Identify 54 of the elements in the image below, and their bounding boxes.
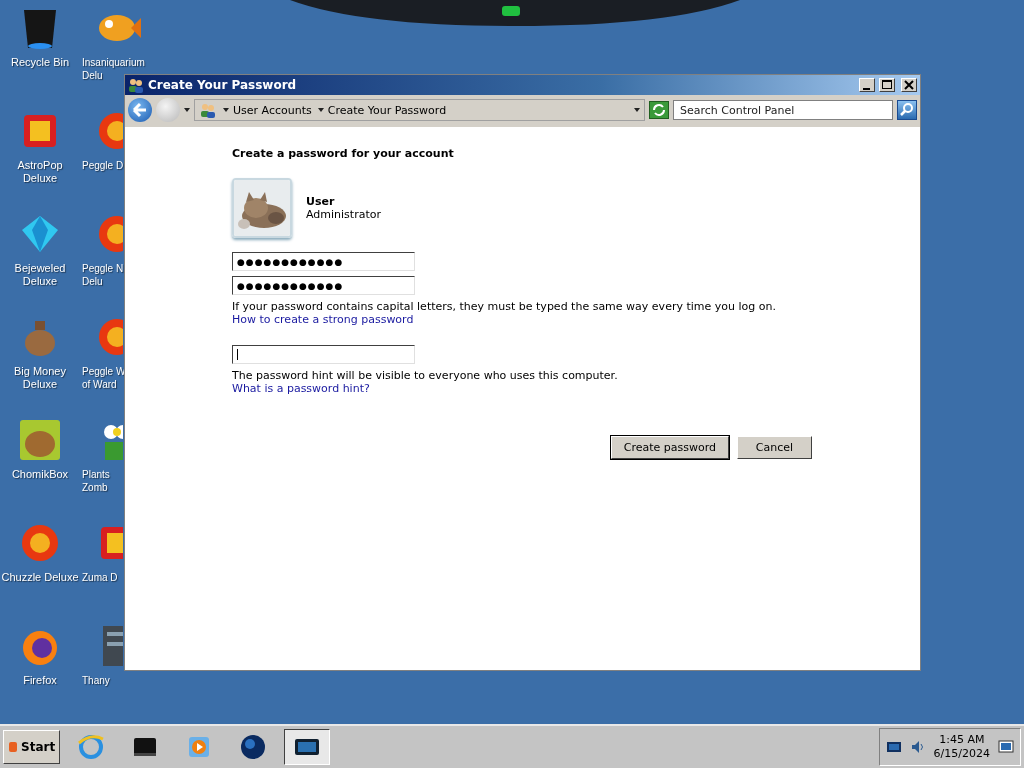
users-icon bbox=[199, 102, 217, 118]
globe-icon bbox=[239, 733, 268, 761]
monitor-icon[interactable] bbox=[885, 739, 902, 755]
browser-icon bbox=[77, 733, 106, 761]
desktop-icon-label: Recycle Bin bbox=[10, 56, 70, 69]
desktop-icon-label: Big Money Deluxe bbox=[14, 365, 66, 391]
password-field[interactable]: ●●●●●●●●●●●● bbox=[232, 276, 415, 295]
breadcrumb-item[interactable]: User Accounts bbox=[223, 103, 312, 117]
account-type: Administrator bbox=[306, 208, 381, 221]
address-dropdown-icon[interactable] bbox=[634, 108, 640, 112]
desktop-icon-label: ChomikBox bbox=[11, 468, 69, 481]
password-hint-link[interactable]: What is a password hint? bbox=[232, 382, 370, 396]
clock-date: 6/15/2024 bbox=[933, 747, 990, 761]
search-field[interactable]: Search Control Panel bbox=[673, 100, 893, 120]
desktop-icon-label: Zuma D bbox=[81, 571, 118, 584]
desktop-icon-label: Peggle D bbox=[81, 159, 124, 172]
users-icon bbox=[128, 77, 144, 93]
maximize-button[interactable] bbox=[879, 78, 895, 92]
window-title: Create Your Password bbox=[148, 78, 298, 92]
minimize-icon bbox=[863, 87, 870, 90]
hint-visibility-note: The password hint will be visible to everyone who uses this computer. bbox=[232, 369, 618, 382]
desktop-icon-label: Plants Zomb bbox=[81, 468, 110, 494]
breadcrumb-item[interactable]: Create Your Password bbox=[317, 103, 447, 117]
close-button[interactable] bbox=[901, 78, 917, 92]
capital-letters-note: If your password contains capital letters, they must be typed the same way every time you log on. bbox=[232, 300, 776, 313]
maximize-icon bbox=[880, 79, 894, 91]
desktop-icon-label: Chuzzle Deluxe bbox=[1, 571, 79, 584]
password-hint-field[interactable] bbox=[232, 345, 415, 364]
history-dropdown-icon[interactable] bbox=[184, 108, 190, 112]
dialog-button[interactable]: Create password bbox=[610, 436, 729, 459]
search-button[interactable] bbox=[897, 100, 917, 120]
strong-password-link[interactable]: How to create a strong password bbox=[232, 313, 414, 327]
refresh-button[interactable] bbox=[649, 101, 669, 119]
page-heading: Create a password for your account bbox=[232, 147, 454, 160]
clock-time: 1:45 AM bbox=[939, 733, 985, 747]
start-logo-icon bbox=[8, 741, 18, 753]
desktop-icon-label: AstroPop Deluxe bbox=[17, 159, 63, 185]
desktop-icon-label: Bejeweled Deluxe bbox=[14, 262, 66, 288]
monitor-icon[interactable] bbox=[998, 739, 1014, 755]
close-icon bbox=[902, 79, 916, 91]
account-name: User bbox=[306, 195, 336, 208]
quick-launch-button[interactable] bbox=[284, 729, 331, 765]
password-field[interactable]: ●●●●●●●●●●●● bbox=[232, 252, 415, 271]
desktop-icon-label: Firefox bbox=[23, 674, 57, 687]
dialog-button[interactable]: Cancel bbox=[737, 436, 812, 459]
back-button[interactable] bbox=[128, 98, 152, 122]
refresh-icon bbox=[650, 102, 668, 118]
address-bar[interactable]: User Accounts Create Your Password bbox=[194, 99, 645, 121]
volume-icon[interactable] bbox=[909, 739, 926, 755]
desktop-icon-label: Peggle N Delu bbox=[81, 262, 124, 288]
minimize-button[interactable] bbox=[859, 78, 875, 92]
desktop-icon-label: Insaniquarium Delu bbox=[81, 56, 145, 82]
start-button[interactable]: Start bbox=[3, 730, 61, 764]
desktop-icon-label: Thany bbox=[81, 674, 110, 687]
